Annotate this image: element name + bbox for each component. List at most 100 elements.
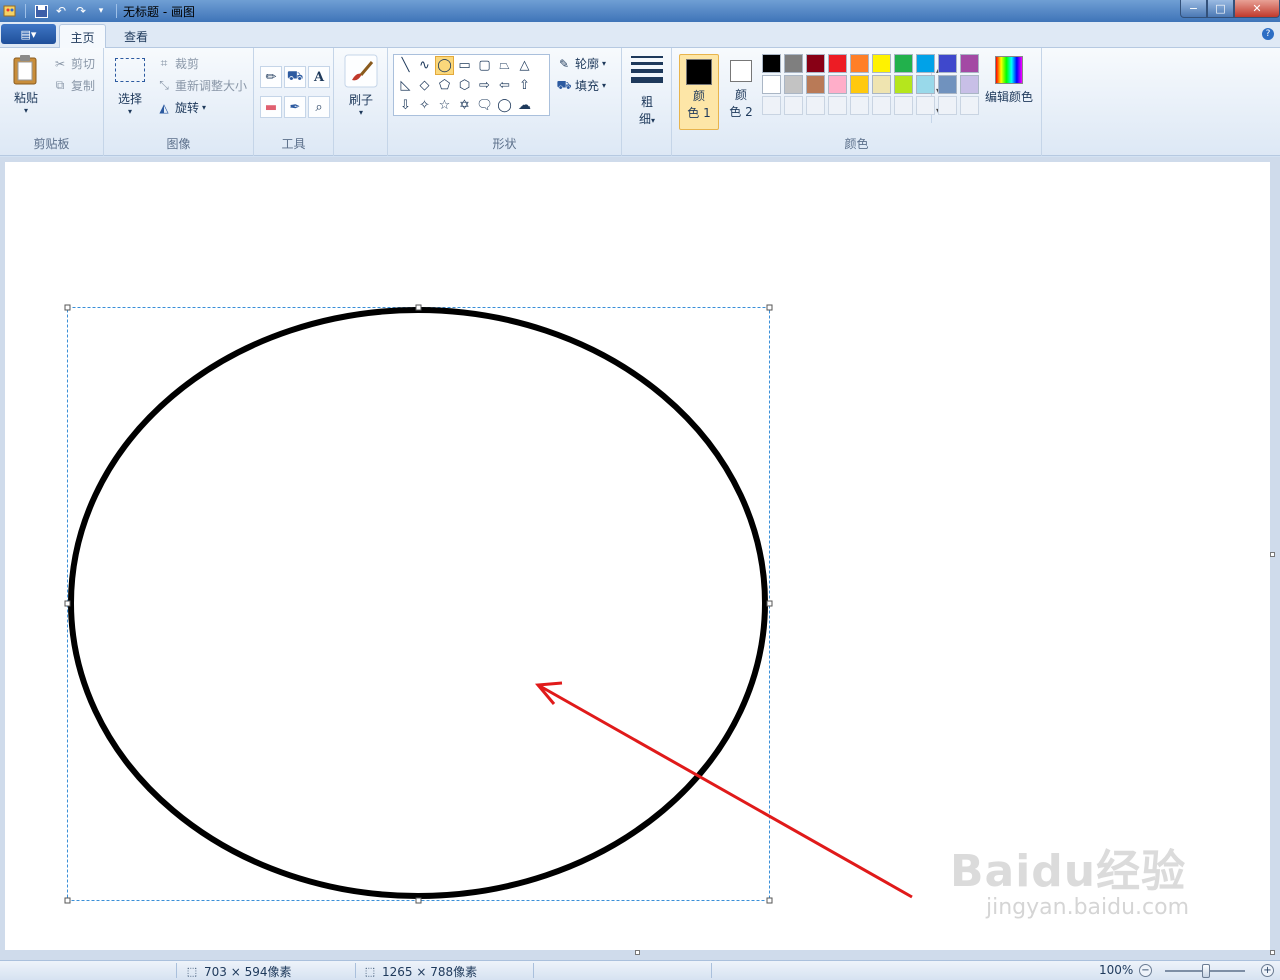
arrow-left-shape-icon[interactable]: ⇦ [495,76,514,95]
brushes-label: 刷子 [348,93,373,107]
tab-view[interactable]: 查看 [114,24,158,48]
paint-app-icon[interactable] [2,3,18,19]
close-button[interactable]: ✕ [1234,0,1280,18]
oval-shape-icon[interactable]: ◯ [435,56,454,75]
palette-color-swatch[interactable] [916,54,935,73]
custom-color-slot[interactable] [784,96,803,115]
custom-color-slot[interactable] [894,96,913,115]
palette-color-swatch[interactable] [762,75,781,94]
right-triangle-shape-icon[interactable]: ◺ [396,76,415,95]
rect-callout-shape-icon[interactable]: 🗨 [475,96,494,115]
window-controls: − □ ✕ [1180,0,1280,18]
canvas-resize-handle-bottom[interactable] [635,950,640,955]
outline-button[interactable]: ✎ 轮廓 ▾ [556,55,606,72]
pentagon-shape-icon[interactable]: ⬠ [435,76,454,95]
custom-color-slot[interactable] [872,96,891,115]
crop-button[interactable]: ⌗ 裁剪 [156,55,199,72]
fill-label: 填充 [575,79,600,93]
tab-home[interactable]: 主页 [59,24,106,48]
diamond-shape-icon[interactable]: ◇ [415,76,434,95]
redo-icon[interactable]: ↷ [73,3,89,19]
save-icon[interactable] [33,3,49,19]
edit-colors-button[interactable]: 编辑颜色 [984,56,1034,105]
palette-color-swatch[interactable] [850,54,869,73]
palette-color-swatch[interactable] [916,75,935,94]
maximize-button[interactable]: □ [1207,0,1234,18]
text-tool-icon[interactable]: A [308,66,330,88]
oval-callout-shape-icon[interactable]: ◯ [495,96,514,115]
customize-qat-icon[interactable]: ▾ [93,3,109,19]
palette-color-swatch[interactable] [828,75,847,94]
drawing-canvas[interactable] [5,162,1270,950]
pencil-icon[interactable]: ✏ [260,66,282,88]
paste-button[interactable]: 粘贴 ▾ [8,54,44,115]
arrow-right-shape-icon[interactable]: ⇨ [475,76,494,95]
fill-button[interactable]: ⛟ 填充 ▾ [556,77,606,94]
color2-button[interactable]: 颜 色 2 [721,54,761,130]
curve-shape-icon[interactable]: ∿ [415,56,434,75]
palette-color-swatch[interactable] [894,75,913,94]
rounded-rectangle-shape-icon[interactable]: ▢ [475,56,494,75]
custom-color-slot[interactable] [828,96,847,115]
custom-color-slot[interactable] [916,96,935,115]
minimize-button[interactable]: − [1180,0,1207,18]
rotate-button[interactable]: ◭ 旋转 ▾ [156,99,206,116]
custom-color-slot[interactable] [762,96,781,115]
palette-color-swatch[interactable] [960,75,979,94]
palette-color-swatch[interactable] [784,54,803,73]
four-point-star-shape-icon[interactable]: ✧ [415,96,434,115]
brushes-group: 刷子 ▾ [334,48,388,156]
cut-button[interactable]: ✂ 剪切 [52,55,95,72]
help-icon[interactable]: ? [1262,28,1274,40]
canvas-resize-handle-corner[interactable] [1270,950,1275,955]
line-shape-icon[interactable]: ╲ [396,56,415,75]
palette-color-swatch[interactable] [960,54,979,73]
eraser-icon[interactable]: ▬ [260,96,282,118]
palette-color-swatch[interactable] [784,75,803,94]
color1-button[interactable]: 颜 色 1 [679,54,719,130]
custom-color-slot[interactable] [806,96,825,115]
zoom-out-icon[interactable]: − [1139,964,1152,977]
custom-color-slot[interactable] [960,96,979,115]
palette-color-swatch[interactable] [938,54,957,73]
rectangle-shape-icon[interactable]: ▭ [455,56,474,75]
palette-color-swatch[interactable] [850,75,869,94]
arrow-up-shape-icon[interactable]: ⇧ [515,76,534,95]
custom-color-slot[interactable] [850,96,869,115]
magnifier-icon[interactable]: ⌕ [308,96,330,118]
polygon-shape-icon[interactable]: ⏢ [495,56,514,75]
fill-bucket-icon[interactable]: ⛟ [284,66,306,88]
paint-menu-button[interactable]: ▤▾ [1,24,56,44]
palette-color-swatch[interactable] [894,54,913,73]
palette-color-swatch[interactable] [872,54,891,73]
palette-color-swatch[interactable] [872,75,891,94]
five-point-star-shape-icon[interactable]: ☆ [435,96,454,115]
palette-color-swatch[interactable] [938,75,957,94]
custom-color-slot[interactable] [938,96,957,115]
palette-color-swatch[interactable] [828,54,847,73]
size-button[interactable]: 粗 细▾ [628,56,666,127]
arrow-down-shape-icon[interactable]: ⇩ [396,96,415,115]
triangle-shape-icon[interactable]: △ [515,56,534,75]
tools-group: ✏ ⛟ A ▬ ✒ ⌕ 工具 [254,48,334,156]
fill-icon: ⛟ [556,77,572,92]
clipboard-icon [8,54,44,89]
crop-icon: ⌗ [160,56,168,70]
selection-size-icon: ⬚ [186,965,198,978]
canvas-resize-handle-right[interactable] [1270,552,1275,557]
undo-icon[interactable]: ↶ [53,3,69,19]
palette-color-swatch[interactable] [806,75,825,94]
brushes-button[interactable]: 刷子 ▾ [342,54,380,117]
palette-color-swatch[interactable] [806,54,825,73]
palette-color-swatch[interactable] [762,54,781,73]
zoom-in-icon[interactable]: + [1261,964,1274,977]
resize-button[interactable]: ⤡ 重新调整大小 [156,77,247,94]
select-button[interactable]: 选择 ▾ [112,58,148,116]
cloud-callout-shape-icon[interactable]: ☁ [515,96,534,115]
color-picker-icon[interactable]: ✒ [284,96,306,118]
hexagon-shape-icon[interactable]: ⬡ [455,76,474,95]
copy-button[interactable]: ⧉ 复制 [52,77,95,94]
zoom-slider-thumb[interactable] [1202,964,1210,978]
six-point-star-shape-icon[interactable]: ✡ [455,96,474,115]
rotate-label: 旋转 [175,101,200,115]
